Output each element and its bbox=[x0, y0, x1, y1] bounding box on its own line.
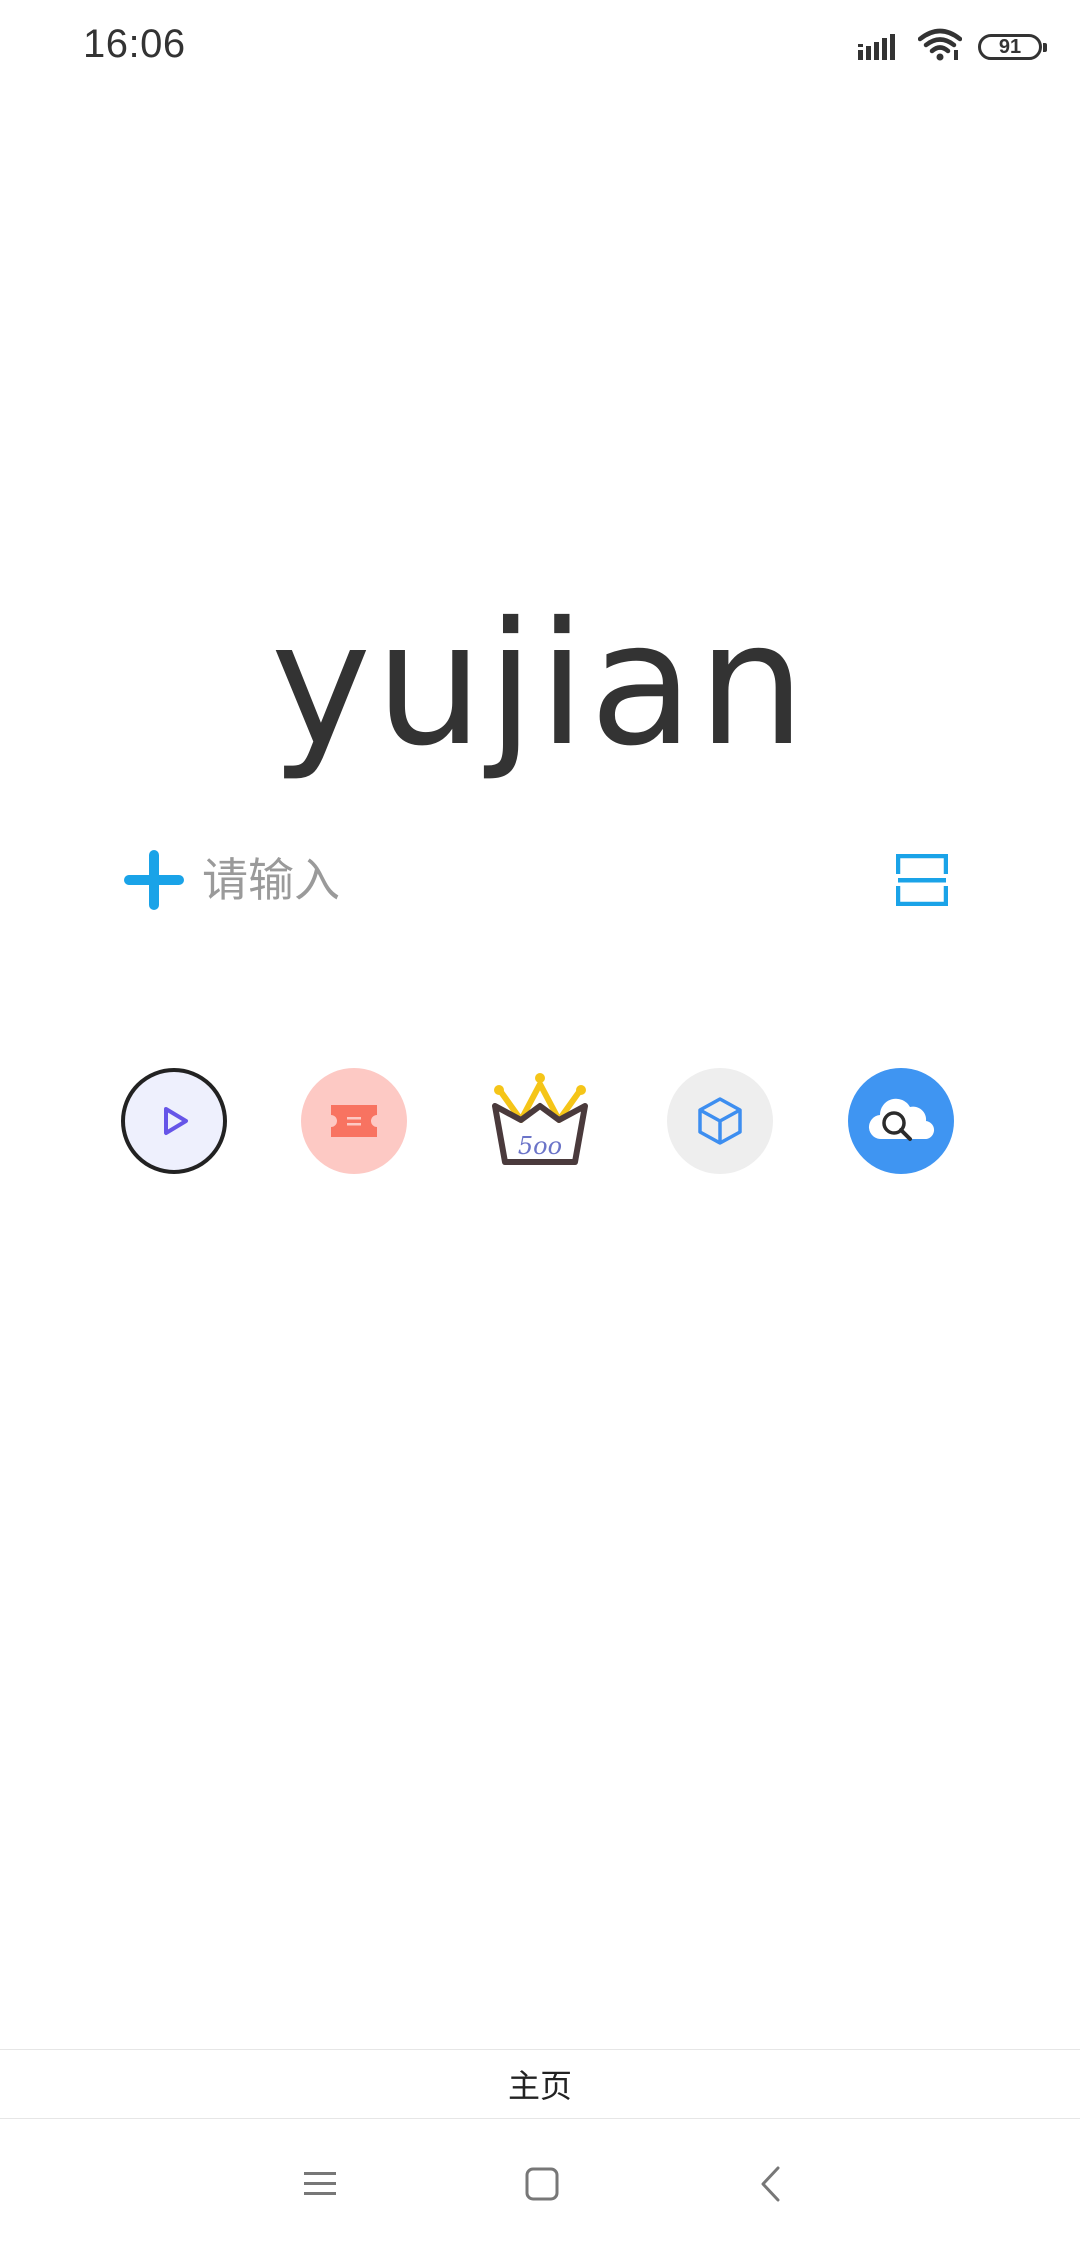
shortcut-row: 5oo bbox=[0, 1068, 1080, 1174]
home-square-icon bbox=[525, 2167, 559, 2201]
menu-button[interactable] bbox=[285, 2149, 355, 2219]
svg-text:5oo: 5oo bbox=[518, 1132, 562, 1160]
back-icon bbox=[761, 2166, 780, 2202]
plus-icon bbox=[124, 850, 184, 910]
wifi-icon bbox=[917, 28, 963, 66]
menu-icon bbox=[304, 2172, 336, 2195]
status-time: 16:06 bbox=[83, 22, 186, 66]
status-icons: 91 bbox=[858, 27, 1047, 67]
shortcut-ticket[interactable] bbox=[301, 1068, 407, 1174]
signal-icon bbox=[858, 30, 902, 64]
back-button[interactable] bbox=[735, 2149, 805, 2219]
scan-button[interactable] bbox=[892, 850, 952, 910]
crown-basket-icon: 5oo bbox=[492, 1073, 588, 1165]
shortcut-box[interactable] bbox=[667, 1068, 773, 1174]
home-button[interactable] bbox=[507, 2149, 577, 2219]
battery-icon: 91 bbox=[978, 34, 1047, 60]
shortcut-video[interactable] bbox=[121, 1068, 227, 1174]
shortcut-crown-basket[interactable]: 5oo bbox=[487, 1068, 593, 1174]
scan-icon bbox=[896, 854, 948, 906]
add-button[interactable] bbox=[122, 848, 186, 912]
search-bar bbox=[122, 838, 958, 922]
system-nav-bar bbox=[0, 2119, 1080, 2248]
tab-home[interactable]: 主页 bbox=[508, 2061, 572, 2107]
status-bar: 16:06 91 bbox=[0, 0, 1080, 92]
search-input[interactable] bbox=[200, 844, 892, 916]
cloud-search-icon bbox=[868, 1098, 935, 1141]
app-logo: yujian bbox=[270, 586, 810, 784]
shortcut-cloud-search[interactable] bbox=[848, 1068, 954, 1174]
play-icon bbox=[164, 1107, 188, 1135]
ticket-icon bbox=[331, 1105, 377, 1137]
battery-level: 91 bbox=[998, 36, 1022, 58]
cube-icon bbox=[698, 1097, 742, 1145]
tab-bar: 主页 bbox=[0, 2049, 1080, 2119]
